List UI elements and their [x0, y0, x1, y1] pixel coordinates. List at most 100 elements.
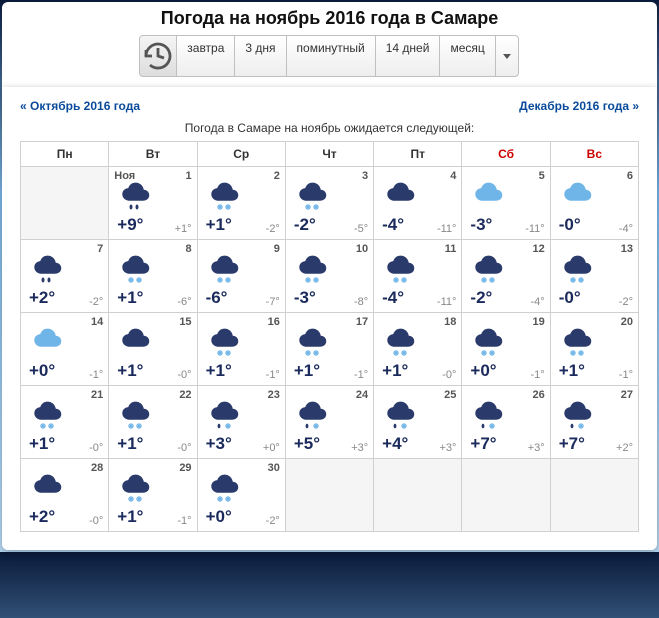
day-number: 12	[532, 243, 544, 255]
day-cell[interactable]: 17 +1° -1°	[286, 313, 374, 386]
day-cell[interactable]: 30 +0° -2°	[198, 459, 286, 532]
day-number: 7	[97, 243, 103, 255]
high-temp: +3°	[206, 434, 232, 454]
cloud-dark-icon	[29, 473, 65, 508]
day-cell[interactable]: 23 +3° +0°	[198, 386, 286, 459]
day-number: 13	[621, 243, 633, 255]
cloud-rain-dark-icon	[117, 181, 153, 216]
day-cell[interactable]: 3 -2° -5°	[286, 167, 374, 240]
low-temp: -11°	[525, 223, 544, 235]
low-temp: -0°	[442, 369, 456, 381]
weekday-header: Пн	[21, 142, 109, 167]
chevron-down-icon	[503, 54, 511, 59]
day-cell[interactable]: 26 +7° +3°	[462, 386, 550, 459]
history-dropdown-button[interactable]	[139, 35, 177, 77]
tab-tomorrow[interactable]: завтра	[176, 35, 235, 77]
cloud-light-icon	[470, 181, 506, 216]
empty-cell	[462, 459, 550, 532]
day-cell[interactable]: 4 -4° -11°	[374, 167, 462, 240]
weekday-header: Сб	[462, 142, 550, 167]
day-number: 5	[539, 170, 545, 182]
low-temp: +3°	[528, 442, 545, 454]
weekday-header: Чт	[286, 142, 374, 167]
high-temp: +5°	[294, 434, 320, 454]
low-temp: +2°	[616, 442, 633, 454]
empty-cell	[286, 459, 374, 532]
high-temp: -6°	[206, 288, 228, 308]
cloud-snow-dark-icon	[559, 254, 595, 289]
day-number: 4	[450, 170, 456, 182]
low-temp: -4°	[531, 296, 545, 308]
day-cell[interactable]: 9 -6° -7°	[198, 240, 286, 313]
cloud-light-icon	[29, 327, 65, 362]
day-number: 18	[444, 316, 456, 328]
low-temp: +0°	[263, 442, 280, 454]
cloud-snow-dark-icon	[117, 473, 153, 508]
day-number: 1	[185, 170, 191, 182]
high-temp: +1°	[559, 361, 585, 381]
day-cell[interactable]: 19 +0° -1°	[462, 313, 550, 386]
high-temp: -0°	[559, 215, 581, 235]
high-temp: -2°	[294, 215, 316, 235]
day-number: 23	[268, 389, 280, 401]
day-cell[interactable]: 12 -2° -4°	[462, 240, 550, 313]
day-cell[interactable]: 25 +4° +3°	[374, 386, 462, 459]
tab-fourteen-days[interactable]: 14 дней	[375, 35, 441, 77]
day-cell[interactable]: 27 +7° +2°	[551, 386, 639, 459]
cloud-snow-dark-icon	[470, 327, 506, 362]
day-cell[interactable]: Ноя 1 +9° +1°	[109, 167, 197, 240]
high-temp: +1°	[294, 361, 320, 381]
day-number: 17	[356, 316, 368, 328]
high-temp: -4°	[382, 288, 404, 308]
day-cell[interactable]: 11 -4° -11°	[374, 240, 462, 313]
day-cell[interactable]: 22 +1° -0°	[109, 386, 197, 459]
day-cell[interactable]: 28 +2° -0°	[21, 459, 109, 532]
day-cell[interactable]: 20 +1° -1°	[551, 313, 639, 386]
day-cell[interactable]: 7 +2° -2°	[21, 240, 109, 313]
tab-more-dropdown[interactable]	[495, 35, 519, 77]
low-temp: -2°	[266, 223, 280, 235]
high-temp: -3°	[294, 288, 316, 308]
tab-minute[interactable]: поминутный	[286, 35, 376, 77]
low-temp: -1°	[266, 369, 280, 381]
low-temp: +1°	[175, 223, 192, 235]
day-cell[interactable]: 14 +0° -1°	[21, 313, 109, 386]
day-number: 15	[179, 316, 191, 328]
next-month-link[interactable]: Декабрь 2016 года »	[519, 99, 639, 113]
day-cell[interactable]: 8 +1° -6°	[109, 240, 197, 313]
low-temp: -7°	[266, 296, 280, 308]
day-number: 26	[532, 389, 544, 401]
low-temp: -2°	[619, 296, 633, 308]
day-cell[interactable]: 13 -0° -2°	[551, 240, 639, 313]
cloud-snow-dark-icon	[206, 181, 242, 216]
low-temp: -6°	[177, 296, 191, 308]
day-cell[interactable]: 10 -3° -8°	[286, 240, 374, 313]
high-temp: +0°	[470, 361, 496, 381]
low-temp: -8°	[354, 296, 368, 308]
day-cell[interactable]: 5 -3° -11°	[462, 167, 550, 240]
day-number: 27	[621, 389, 633, 401]
day-cell[interactable]: 16 +1° -1°	[198, 313, 286, 386]
cloud-snow-dark-icon	[294, 181, 330, 216]
low-temp: +3°	[439, 442, 456, 454]
empty-cell	[551, 459, 639, 532]
low-temp: -11°	[437, 223, 456, 235]
tab-month[interactable]: месяц	[439, 35, 495, 77]
day-cell[interactable]: 18 +1° -0°	[374, 313, 462, 386]
low-temp: -0°	[89, 515, 103, 527]
low-temp: -5°	[354, 223, 368, 235]
day-cell[interactable]: 29 +1° -1°	[109, 459, 197, 532]
month-nav: « Октябрь 2016 года Декабрь 2016 года »	[20, 99, 639, 113]
tab-three-days[interactable]: 3 дня	[234, 35, 286, 77]
day-cell[interactable]: 21 +1° -0°	[21, 386, 109, 459]
weekday-header: Вт	[109, 142, 197, 167]
high-temp: +7°	[559, 434, 585, 454]
prev-month-link[interactable]: « Октябрь 2016 года	[20, 99, 140, 113]
day-cell[interactable]: 6 -0° -4°	[551, 167, 639, 240]
day-cell[interactable]: 24 +5° +3°	[286, 386, 374, 459]
day-number: 3	[362, 170, 368, 182]
day-cell[interactable]: 15 +1° -0°	[109, 313, 197, 386]
day-cell[interactable]: 2 +1° -2°	[198, 167, 286, 240]
high-temp: -2°	[470, 288, 492, 308]
high-temp: +9°	[117, 215, 143, 235]
